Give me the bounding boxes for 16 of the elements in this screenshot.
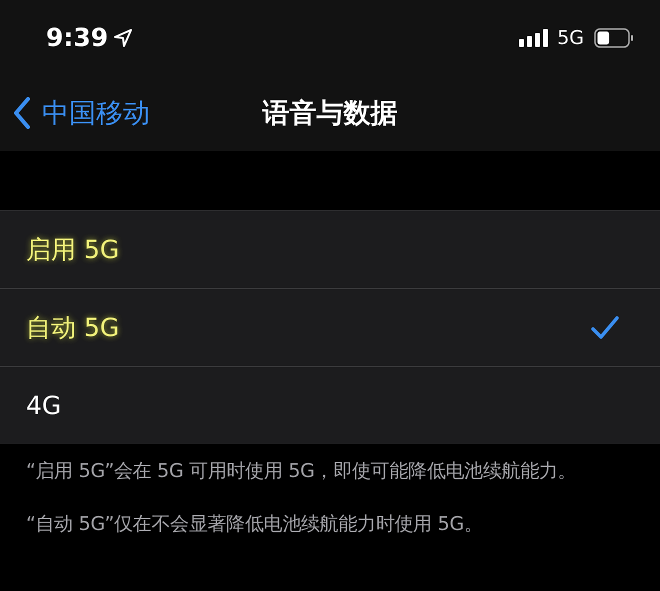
battery-icon bbox=[594, 28, 634, 48]
location-arrow-icon bbox=[114, 28, 132, 46]
chevron-left-icon bbox=[12, 96, 32, 130]
signal-icon bbox=[519, 28, 550, 46]
option-label: 自动 5G bbox=[26, 312, 120, 344]
status-time: 9:39 bbox=[46, 23, 108, 52]
footer-note: “自动 5G”仅在不会显著降低电池续航能力时使用 5G。 bbox=[26, 512, 484, 537]
option-label: 4G bbox=[26, 391, 62, 420]
footer-note: “启用 5G”会在 5G 可用时使用 5G，即使可能降低电池续航能力。 bbox=[26, 459, 578, 484]
network-option[interactable]: 启用 5G bbox=[0, 211, 660, 289]
network-option[interactable]: 4G bbox=[0, 367, 660, 444]
network-option[interactable]: 自动 5G bbox=[0, 289, 660, 367]
option-label: 启用 5G bbox=[26, 234, 120, 266]
page-title: 语音与数据 bbox=[262, 98, 398, 129]
network-type: 5G bbox=[557, 26, 584, 48]
back-button[interactable]: 中国移动 bbox=[12, 95, 150, 131]
